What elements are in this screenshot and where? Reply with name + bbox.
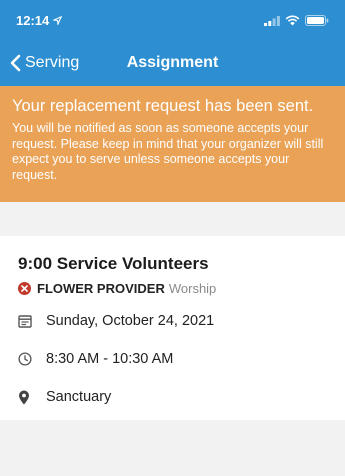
bottom-strip [0, 420, 345, 450]
location-row: Sanctuary [0, 378, 345, 420]
role-line: FLOWER PROVIDER Worship [18, 281, 331, 296]
team-name: Worship [168, 281, 217, 296]
signal-icon [264, 15, 280, 26]
wifi-icon [285, 15, 300, 25]
back-button[interactable]: Serving [0, 54, 79, 72]
back-label: Serving [25, 54, 80, 71]
chevron-left-icon [10, 54, 21, 72]
service-header: 9:00 Service Volunteers FLOWER PROVIDER W… [0, 236, 345, 302]
date-row: Sunday, October 24, 2021 [0, 302, 345, 340]
declined-x-icon [18, 282, 31, 295]
nav-bar: Serving Assignment [0, 40, 345, 86]
assignment-card: 9:00 Service Volunteers FLOWER PROVIDER W… [0, 236, 345, 420]
role-name: FLOWER PROVIDER [37, 281, 165, 296]
service-date: Sunday, October 24, 2021 [46, 313, 215, 329]
replacement-banner: Your replacement request has been sent. … [0, 86, 345, 202]
service-time: 8:30 AM - 10:30 AM [46, 351, 174, 367]
banner-title: Your replacement request has been sent. [12, 97, 314, 115]
location-arrow-icon [53, 15, 63, 25]
service-location: Sanctuary [46, 389, 112, 405]
battery-icon [305, 14, 329, 26]
status-time: 12:14 [16, 12, 50, 28]
calendar-icon [18, 315, 32, 328]
section-gap [0, 202, 345, 236]
header: 12:14 Serving Assignment [0, 0, 345, 86]
banner-message: You will be notified as soon as someone … [12, 121, 324, 182]
location-pin-icon [19, 390, 29, 404]
clock-icon [18, 352, 32, 366]
service-title: 9:00 Service Volunteers [18, 254, 209, 273]
status-bar: 12:14 [0, 0, 345, 40]
time-row: 8:30 AM - 10:30 AM [0, 340, 345, 378]
